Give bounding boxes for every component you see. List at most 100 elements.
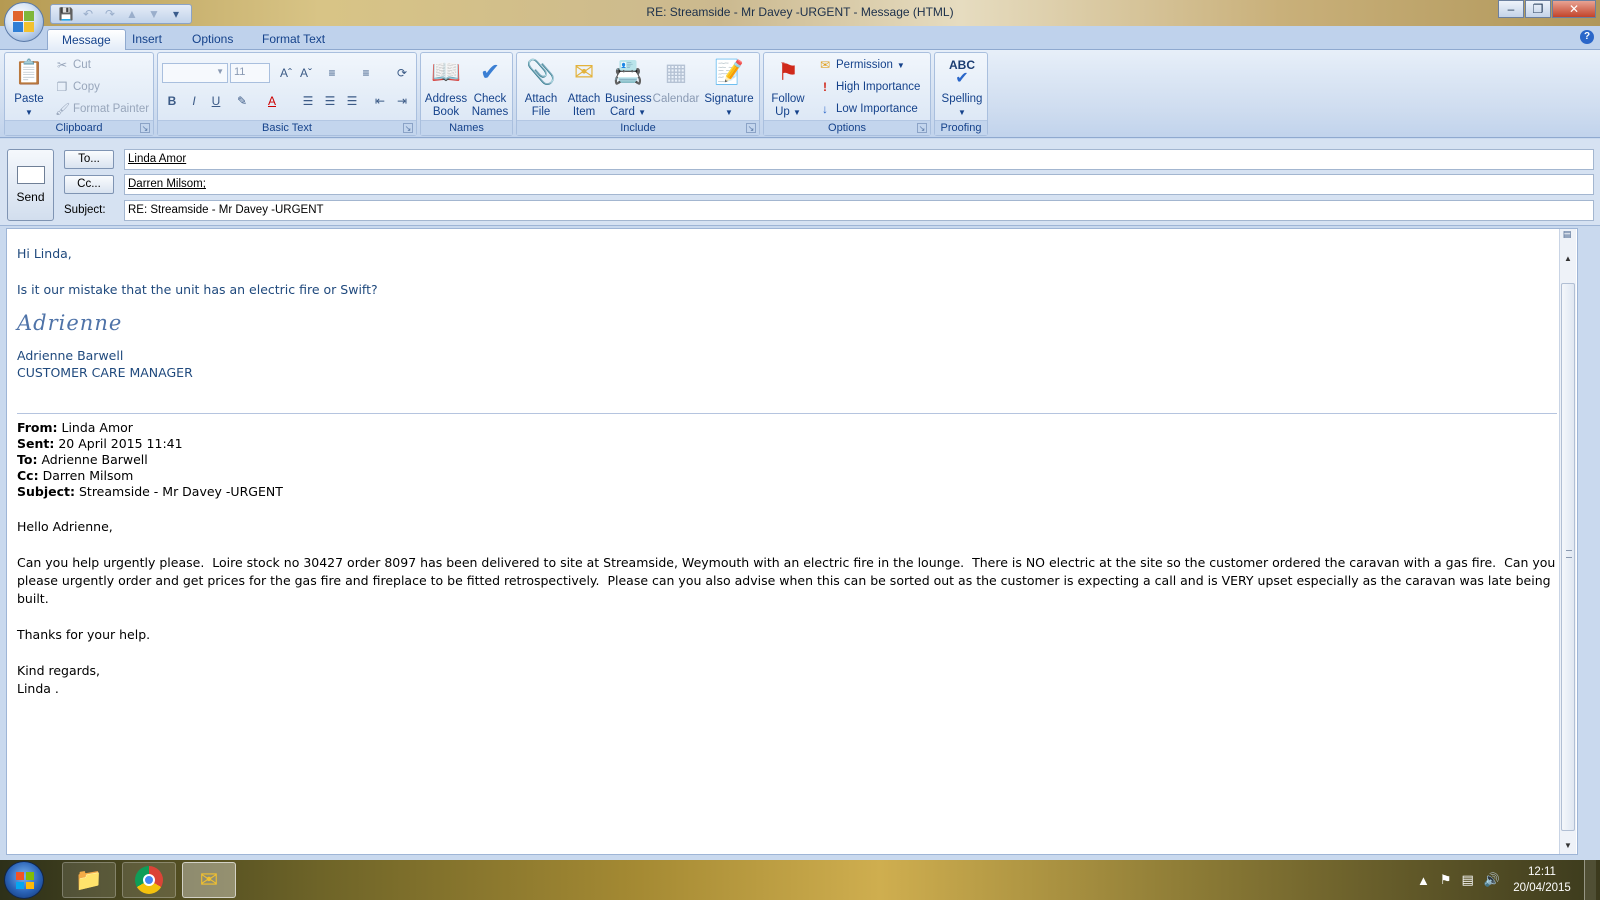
header-to: To: Adrienne Barwell bbox=[17, 452, 148, 467]
subject-label: Subject: bbox=[64, 204, 106, 216]
taskbar-chrome[interactable] bbox=[122, 862, 176, 898]
decrease-indent-icon[interactable]: ⇤ bbox=[370, 91, 390, 111]
network-icon[interactable]: ▤ bbox=[1462, 872, 1474, 888]
attach-item-button[interactable]: ✉ Attach Item bbox=[563, 55, 605, 119]
format-painter-button[interactable]: 🖌 Format Painter bbox=[55, 99, 149, 119]
italic-icon[interactable]: I bbox=[184, 91, 204, 111]
font-color-icon[interactable]: A bbox=[262, 91, 282, 111]
flag-icon: ⚑ bbox=[777, 58, 799, 86]
dialog-launcher-icon[interactable]: ↘ bbox=[917, 123, 927, 133]
scroll-thumb[interactable] bbox=[1561, 283, 1575, 831]
paperclip-icon: 📎 bbox=[526, 58, 556, 86]
grow-font-icon[interactable]: Aˆ bbox=[276, 63, 296, 83]
include-label: Include bbox=[517, 120, 759, 135]
title-bar: 💾 ↶ ↷ ▲ ▼ ▾ RE: Streamside - Mr Davey -U… bbox=[0, 0, 1600, 42]
include-group: 📎 Attach File ✉ Attach Item 📇 Business C… bbox=[516, 52, 760, 136]
tab-insert[interactable]: Insert bbox=[118, 29, 176, 50]
proofing-group: ABC ✔ Spelling ▼ Proofing bbox=[934, 52, 988, 136]
attach-file-button[interactable]: 📎 Attach File bbox=[519, 55, 563, 119]
cc-button[interactable]: Cc... bbox=[64, 175, 114, 194]
taskbar: 📁 ✉ ▲ ⚑ ▤ 🔊 12:11 20/04/2015 bbox=[0, 860, 1600, 900]
dialog-launcher-icon[interactable]: ↘ bbox=[140, 123, 150, 133]
show-desktop-button[interactable] bbox=[1584, 860, 1596, 900]
quoted-thanks: Thanks for your help. bbox=[17, 627, 151, 642]
volume-icon[interactable]: 🔊 bbox=[1484, 872, 1500, 888]
help-icon[interactable]: ? bbox=[1580, 30, 1594, 44]
exclamation-icon: ! bbox=[823, 80, 827, 94]
font-name-select[interactable]: ▼ bbox=[162, 63, 228, 83]
taskbar-outlook[interactable]: ✉ bbox=[182, 862, 236, 898]
compose-header: Send To... Linda Amor Cc... Darren Milso… bbox=[0, 139, 1600, 226]
maximize-button[interactable]: ❐ bbox=[1525, 0, 1551, 18]
bold-icon[interactable]: B bbox=[162, 91, 182, 111]
quoted-kind-regards: Kind regards, bbox=[17, 663, 100, 678]
scroll-up-icon[interactable]: ▲ bbox=[1560, 251, 1576, 267]
bullets-icon[interactable]: ≡ bbox=[322, 63, 342, 83]
vertical-scrollbar[interactable]: ▤ ▲ ▼ bbox=[1559, 229, 1576, 854]
header-sent: Sent: 20 April 2015 11:41 bbox=[17, 436, 183, 451]
follow-up-button[interactable]: ⚑ Follow Up ▼ bbox=[766, 55, 810, 119]
cut-button[interactable]: ✂ Cut bbox=[55, 55, 91, 75]
signature-icon: 📝 bbox=[714, 58, 744, 86]
address-book-icon: 📖 bbox=[431, 58, 461, 86]
highlight-icon[interactable]: ✎ bbox=[232, 91, 252, 111]
low-importance-button[interactable]: ↓ Low Importance bbox=[818, 99, 918, 119]
action-center-flag-icon[interactable]: ⚑ bbox=[1440, 872, 1452, 888]
align-right-icon[interactable]: ☰ bbox=[342, 91, 362, 111]
signature-button[interactable]: 📝 Signature ▼ bbox=[701, 55, 757, 119]
shrink-font-icon[interactable]: Aˇ bbox=[296, 63, 316, 83]
permission-button[interactable]: ✉ Permission ▼ bbox=[818, 55, 905, 75]
clipboard-label: Clipboard bbox=[5, 120, 153, 135]
send-button[interactable]: Send bbox=[7, 149, 54, 221]
scissors-icon: ✂ bbox=[56, 58, 68, 72]
scroll-down-icon[interactable]: ▼ bbox=[1560, 838, 1576, 854]
paste-button[interactable]: 📋 Paste ▼ bbox=[9, 55, 49, 119]
brush-icon: 🖌 bbox=[55, 102, 71, 116]
dialog-launcher-icon[interactable]: ↘ bbox=[403, 123, 413, 133]
spelling-button[interactable]: ABC ✔ Spelling ▼ bbox=[937, 55, 987, 119]
clear-formatting-icon[interactable]: ⟳ bbox=[392, 63, 412, 83]
close-button[interactable]: ✕ bbox=[1552, 0, 1596, 18]
minimize-button[interactable]: – bbox=[1498, 0, 1524, 18]
calendar-button[interactable]: ▦ Calendar bbox=[651, 55, 701, 106]
taskbar-explorer[interactable]: 📁 bbox=[62, 862, 116, 898]
start-button[interactable] bbox=[4, 861, 44, 899]
tab-options[interactable]: Options bbox=[178, 29, 247, 50]
office-logo-icon bbox=[13, 11, 35, 33]
font-size-select[interactable]: 11 bbox=[230, 63, 270, 83]
clock[interactable]: 12:11 20/04/2015 bbox=[1510, 864, 1574, 896]
system-tray: ▲ ⚑ ▤ 🔊 12:11 20/04/2015 bbox=[1417, 860, 1600, 900]
message-content[interactable]: Hi Linda, Is it our mistake that the uni… bbox=[17, 245, 1557, 698]
subject-field[interactable]: RE: Streamside - Mr Davey -URGENT bbox=[124, 200, 1594, 221]
quoted-paragraph: Can you help urgently please. Loire stoc… bbox=[17, 555, 1560, 606]
ribbon-tabs: Message Insert Options Format Text ? bbox=[0, 26, 1600, 50]
names-group: 📖 Address Book ✔ Check Names Names bbox=[420, 52, 513, 136]
send-icon bbox=[16, 166, 45, 184]
chevron-down-icon: ▼ bbox=[216, 67, 224, 76]
increase-indent-icon[interactable]: ⇥ bbox=[392, 91, 412, 111]
copy-button[interactable]: ❐ Copy bbox=[55, 77, 100, 97]
envelope-icon: ✉ bbox=[573, 58, 595, 86]
names-label: Names bbox=[421, 120, 512, 135]
cc-field[interactable]: Darren Milsom; bbox=[124, 174, 1594, 195]
tab-message[interactable]: Message bbox=[47, 29, 126, 50]
dialog-launcher-icon[interactable]: ↘ bbox=[746, 123, 756, 133]
show-hidden-icons-icon[interactable]: ▲ bbox=[1417, 873, 1430, 888]
message-body[interactable]: Hi Linda, Is it our mistake that the uni… bbox=[6, 228, 1578, 855]
check-names-button[interactable]: ✔ Check Names bbox=[469, 55, 511, 119]
greeting: Hi Linda, bbox=[17, 246, 72, 261]
align-center-icon[interactable]: ☰ bbox=[320, 91, 340, 111]
business-card-button[interactable]: 📇 Business Card ▼ bbox=[605, 55, 652, 119]
address-book-button[interactable]: 📖 Address Book bbox=[423, 55, 469, 119]
to-field[interactable]: Linda Amor bbox=[124, 149, 1594, 170]
office-button[interactable] bbox=[4, 2, 44, 42]
align-left-icon[interactable]: ☰ bbox=[298, 91, 318, 111]
view-ruler-icon[interactable]: ▤ bbox=[1560, 229, 1574, 249]
tab-format-text[interactable]: Format Text bbox=[248, 29, 339, 50]
signature-title: CUSTOMER CARE MANAGER bbox=[17, 365, 193, 380]
high-importance-button[interactable]: ! High Importance bbox=[818, 77, 920, 97]
numbering-icon[interactable]: ≡ bbox=[356, 63, 376, 83]
quoted-sign-off: Linda . bbox=[17, 681, 59, 696]
to-button[interactable]: To... bbox=[64, 150, 114, 169]
underline-icon[interactable]: U bbox=[206, 91, 226, 111]
